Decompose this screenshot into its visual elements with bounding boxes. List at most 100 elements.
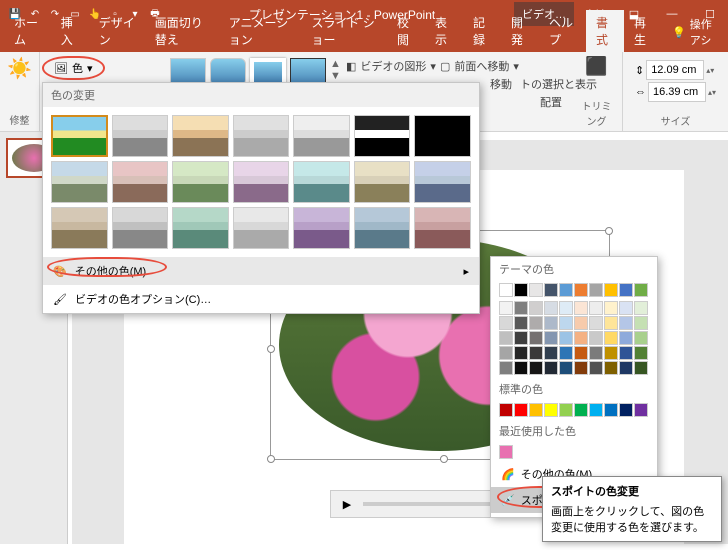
- color-swatch[interactable]: [619, 346, 633, 360]
- recolor-swatch[interactable]: [51, 115, 108, 157]
- recolor-swatch[interactable]: [354, 115, 411, 157]
- tab-slideshow[interactable]: スライド ショー: [301, 10, 387, 52]
- move-button[interactable]: 移動: [490, 76, 512, 92]
- color-swatch[interactable]: [514, 283, 528, 297]
- recolor-swatch[interactable]: [354, 207, 411, 249]
- color-swatch[interactable]: [634, 331, 648, 345]
- color-swatch[interactable]: [619, 283, 633, 297]
- color-swatch[interactable]: [514, 316, 528, 330]
- recolor-swatch[interactable]: [112, 161, 169, 203]
- color-swatch[interactable]: [589, 403, 603, 417]
- color-swatch[interactable]: [499, 301, 513, 315]
- recolor-swatch[interactable]: [293, 161, 350, 203]
- align-button[interactable]: 配置: [540, 94, 562, 110]
- color-swatch[interactable]: [574, 331, 588, 345]
- gallery-up-icon[interactable]: ▲: [330, 58, 341, 70]
- color-button[interactable]: 🖼 色 ▾: [42, 56, 105, 80]
- color-swatch[interactable]: [544, 346, 558, 360]
- color-swatch[interactable]: [604, 316, 618, 330]
- tab-record[interactable]: 記録: [463, 10, 501, 52]
- color-swatch[interactable]: [589, 361, 603, 375]
- color-swatch[interactable]: [514, 346, 528, 360]
- gallery-down-icon[interactable]: ▼: [330, 70, 341, 82]
- color-swatch[interactable]: [499, 283, 513, 297]
- color-swatch[interactable]: [544, 316, 558, 330]
- color-swatch[interactable]: [544, 361, 558, 375]
- color-swatch[interactable]: [499, 361, 513, 375]
- color-swatch[interactable]: [619, 301, 633, 315]
- recolor-swatch[interactable]: [354, 161, 411, 203]
- color-swatch[interactable]: [529, 331, 543, 345]
- color-swatch[interactable]: [529, 403, 543, 417]
- width-input[interactable]: 16.39 cm: [648, 82, 706, 102]
- color-swatch[interactable]: [619, 403, 633, 417]
- bring-forward-button[interactable]: ▢前面へ移動▾: [440, 58, 519, 74]
- tab-playback[interactable]: 再生: [624, 10, 662, 52]
- color-swatch[interactable]: [499, 445, 513, 459]
- color-swatch[interactable]: [634, 316, 648, 330]
- recolor-swatch[interactable]: [414, 115, 471, 157]
- recolor-swatch[interactable]: [414, 161, 471, 203]
- color-swatch[interactable]: [559, 283, 573, 297]
- color-swatch[interactable]: [544, 403, 558, 417]
- color-swatch[interactable]: [499, 403, 513, 417]
- tab-home[interactable]: ホーム: [4, 10, 51, 52]
- color-swatch[interactable]: [604, 301, 618, 315]
- color-swatch[interactable]: [589, 331, 603, 345]
- tab-animations[interactable]: アニメーション: [219, 10, 302, 52]
- tab-developer[interactable]: 開発: [501, 10, 539, 52]
- color-swatch[interactable]: [604, 346, 618, 360]
- color-swatch[interactable]: [499, 346, 513, 360]
- color-swatch[interactable]: [574, 346, 588, 360]
- recolor-swatch[interactable]: [172, 161, 229, 203]
- color-swatch[interactable]: [574, 361, 588, 375]
- color-swatch[interactable]: [529, 361, 543, 375]
- color-swatch[interactable]: [529, 301, 543, 315]
- recolor-swatch[interactable]: [293, 115, 350, 157]
- tab-help[interactable]: ヘルプ: [539, 10, 586, 52]
- recolor-swatch[interactable]: [51, 161, 108, 203]
- tab-insert[interactable]: 挿入: [51, 10, 89, 52]
- color-swatch[interactable]: [634, 301, 648, 315]
- color-swatch[interactable]: [589, 346, 603, 360]
- corrections-icon[interactable]: ☀️: [7, 56, 32, 81]
- color-swatch[interactable]: [514, 403, 528, 417]
- color-swatch[interactable]: [604, 331, 618, 345]
- color-swatch[interactable]: [559, 346, 573, 360]
- color-swatch[interactable]: [544, 283, 558, 297]
- tab-view[interactable]: 表示: [425, 10, 463, 52]
- color-swatch[interactable]: [529, 283, 543, 297]
- color-swatch[interactable]: [559, 403, 573, 417]
- color-swatch[interactable]: [619, 361, 633, 375]
- tab-transitions[interactable]: 画面切り替え: [145, 10, 219, 52]
- recolor-swatch[interactable]: [51, 207, 108, 249]
- crop-icon[interactable]: ⬛: [585, 56, 607, 77]
- color-swatch[interactable]: [559, 331, 573, 345]
- color-swatch[interactable]: [619, 316, 633, 330]
- recolor-swatch[interactable]: [233, 207, 290, 249]
- color-swatch[interactable]: [589, 316, 603, 330]
- recolor-swatch[interactable]: [112, 207, 169, 249]
- color-swatch[interactable]: [514, 301, 528, 315]
- video-color-options-item[interactable]: 🖌 ビデオの色オプション(C)…: [43, 285, 479, 313]
- color-swatch[interactable]: [574, 403, 588, 417]
- recolor-swatch[interactable]: [112, 115, 169, 157]
- recolor-swatch[interactable]: [233, 161, 290, 203]
- recolor-swatch[interactable]: [293, 207, 350, 249]
- tab-design[interactable]: デザイン: [89, 10, 145, 52]
- seek-bar[interactable]: [363, 502, 500, 506]
- color-swatch[interactable]: [559, 316, 573, 330]
- color-swatch[interactable]: [589, 283, 603, 297]
- color-swatch[interactable]: [574, 316, 588, 330]
- color-swatch[interactable]: [634, 361, 648, 375]
- recolor-swatch[interactable]: [414, 207, 471, 249]
- color-swatch[interactable]: [514, 331, 528, 345]
- recolor-swatch[interactable]: [172, 207, 229, 249]
- color-swatch[interactable]: [544, 331, 558, 345]
- color-swatch[interactable]: [574, 301, 588, 315]
- tab-format[interactable]: 書式: [586, 10, 624, 52]
- more-colors-item[interactable]: 🎨 その他の色(M) ▸: [43, 257, 479, 285]
- color-swatch[interactable]: [574, 283, 588, 297]
- color-swatch[interactable]: [544, 301, 558, 315]
- recolor-swatch[interactable]: [172, 115, 229, 157]
